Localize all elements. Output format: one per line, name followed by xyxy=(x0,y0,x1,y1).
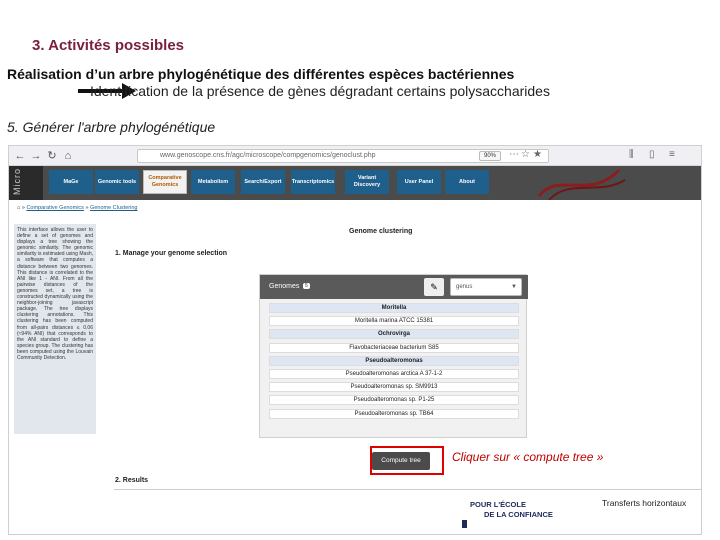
breadcrumb: ⌂ » Comparative Genomics » Genome Cluste… xyxy=(17,205,138,211)
footer-logo-mark xyxy=(462,520,467,528)
genome-row[interactable]: Pseudoalteromonas arctica A 37-1-2 xyxy=(269,369,519,379)
nav-tile[interactable]: Variant Discovery xyxy=(345,170,389,194)
nav-tile[interactable]: Comparative Genomics xyxy=(143,170,187,194)
genus-group-row[interactable]: Pseudoalteromonas xyxy=(269,355,519,366)
forward-icon[interactable]: → xyxy=(29,149,43,163)
genome-row[interactable]: Moritella marina ATCC 15381 xyxy=(269,316,519,327)
bookmark-icon[interactable]: ☆ xyxy=(521,149,530,160)
nav-tile[interactable]: About xyxy=(445,170,489,194)
genome-selection-panel: Genomes 5 ✎ genus ▼ Moritella Moritella m… xyxy=(259,274,528,438)
panel-header: Genomes 5 ✎ genus ▼ xyxy=(260,275,528,299)
home-icon[interactable]: ⌂ xyxy=(17,205,20,211)
divider xyxy=(114,489,701,490)
slide-headline: Réalisation d’un arbre phylogénétique de… xyxy=(7,66,515,82)
genomes-label: Genomes xyxy=(269,283,300,290)
browser-toolbar: ← → ↻ ⌂ www.genoscope.cns.fr/agc/microsc… xyxy=(9,146,701,166)
genus-group-row[interactable]: Moritella xyxy=(269,303,519,313)
instruction-note: Cliquer sur « compute tree » xyxy=(452,450,604,464)
more-icon[interactable]: ⋯ xyxy=(509,149,519,160)
genome-row[interactable]: Pseudoalteromonas sp. SM9913 xyxy=(269,382,519,393)
nav-tile[interactable]: Genomic tools xyxy=(95,170,139,194)
star-icon[interactable]: ★ xyxy=(533,149,542,160)
breadcrumb-link[interactable]: Comparative Genomics xyxy=(26,205,83,211)
rank-select[interactable]: genus ▼ xyxy=(450,278,522,296)
genomes-count-badge: 5 xyxy=(303,283,310,289)
pencil-icon: ✎ xyxy=(430,282,438,292)
library-icon[interactable]: ⫼ xyxy=(629,149,634,160)
genome-row[interactable]: Flavobacteriaceae bacterium S85 xyxy=(269,342,519,353)
zoom-level[interactable]: 90% xyxy=(479,151,502,161)
menu-icon[interactable]: ≡ xyxy=(669,149,675,160)
info-sidebar: This interface allows the user to define… xyxy=(14,224,96,434)
section-results-title: 2. Results xyxy=(115,477,149,484)
sidebar-description: This interface allows the user to define… xyxy=(17,227,93,361)
screenshot-frame: ← → ↻ ⌂ www.genoscope.cns.fr/agc/microsc… xyxy=(8,145,702,535)
chevron-down-icon: ▼ xyxy=(511,284,517,290)
step-title: 5. Générer l'arbre phylogénétique xyxy=(7,119,216,135)
corner-label: Transferts horizontaux xyxy=(602,498,687,508)
breadcrumb-current[interactable]: Genome Clustering xyxy=(90,205,137,211)
site-logo[interactable]: Micro xyxy=(9,166,43,200)
section-manage-title: 1. Manage your genome selection xyxy=(115,250,228,257)
genome-row[interactable]: Pseudoalteromonas sp. TB64 xyxy=(269,408,519,419)
nav-tile[interactable]: User Panel xyxy=(397,170,441,194)
nav-tile[interactable]: MaGe xyxy=(49,170,93,194)
footer-logo: POUR L'ÉCOLE DE LA CONFIANCE xyxy=(470,500,553,519)
genus-group-row[interactable]: Ochrovirga xyxy=(269,329,519,340)
sidebar-icon[interactable]: ▯ xyxy=(649,149,655,160)
site-header: Micro MaGe Genomic tools Comparative Genom… xyxy=(9,166,701,200)
slide-subline: Identification de la présence de gènes d… xyxy=(90,83,550,99)
nav-tile[interactable]: Metabolism xyxy=(191,170,235,194)
genome-row[interactable]: Pseudoalteromonas sp. P1-25 xyxy=(269,395,519,406)
slide-title: 3. Activités possibles xyxy=(32,37,185,54)
highlight-box xyxy=(370,446,444,475)
nav-tile[interactable]: Transcriptomics xyxy=(291,170,335,194)
nav-tile[interactable]: Search/Export xyxy=(241,170,285,194)
edit-button[interactable]: ✎ xyxy=(424,278,444,296)
decorative-swirl-icon xyxy=(537,168,626,200)
back-icon[interactable]: ← xyxy=(13,149,27,163)
reload-icon[interactable]: ↻ xyxy=(45,149,59,163)
home-icon[interactable]: ⌂ xyxy=(61,149,75,163)
page-title: Genome clustering xyxy=(349,228,413,235)
